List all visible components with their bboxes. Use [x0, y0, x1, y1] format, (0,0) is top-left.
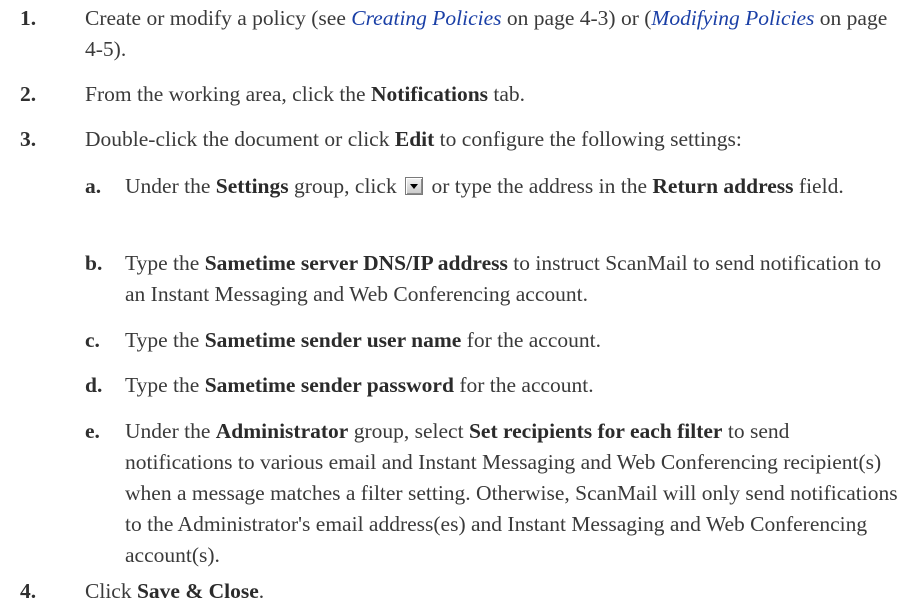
text-span: tab.: [488, 82, 526, 106]
substep-letter: b.: [85, 251, 103, 275]
text-span: Under the: [125, 174, 216, 198]
step-number: 4.: [20, 579, 37, 603]
step-text: Create or modify a policy (see Creating …: [85, 3, 900, 65]
text-span: From the working area, click the: [85, 82, 371, 106]
step-4: 4. Click Save & Close.: [20, 576, 900, 607]
step-2: 2. From the working area, click the Noti…: [20, 79, 900, 110]
text-span: Double-click the document or click: [85, 127, 395, 151]
text-span: or type the address in the: [426, 174, 653, 198]
text-span: for the account.: [461, 328, 601, 352]
step-text: From the working area, click the Notific…: [85, 79, 900, 110]
text-span: group, select: [348, 419, 469, 443]
step-number: 2.: [20, 82, 37, 106]
text-span: Type the: [125, 328, 205, 352]
text-span: Create or modify a policy (see: [85, 6, 352, 30]
text-span: Type the: [125, 373, 205, 397]
substep-text: Type the Sametime server DNS/IP address …: [125, 248, 900, 310]
substep-c: c. Type the Sametime sender user name fo…: [85, 325, 900, 356]
substep-text: Type the Sametime sender password for th…: [125, 370, 900, 401]
return-address-term: Return address: [652, 174, 794, 198]
notifications-tab-term: Notifications: [370, 82, 489, 106]
set-recipients-term: Set recipients for each filter: [468, 419, 723, 443]
creating-policies-link[interactable]: Creating Policies: [351, 6, 501, 30]
step-text: Double-click the document or click Edit …: [85, 124, 900, 155]
settings-group-term: Settings: [215, 174, 289, 198]
text-span: on page 4-3) or (: [501, 6, 652, 30]
text-span: field.: [793, 174, 844, 198]
step-number: 3.: [20, 127, 37, 151]
dropdown-button-icon: [405, 177, 424, 195]
substep-text: Under the Settings group, click or type …: [125, 171, 900, 202]
document-page: 1. Create or modify a policy (see Creati…: [0, 0, 915, 610]
substep-e: e. Under the Administrator group, select…: [85, 416, 900, 571]
modifying-policies-link[interactable]: Modifying Policies: [651, 6, 814, 30]
text-span: group, click: [288, 174, 403, 198]
substep-text: Type the Sametime sender user name for t…: [125, 325, 900, 356]
substep-letter: d.: [85, 373, 103, 397]
text-span: for the account.: [453, 373, 594, 397]
substep-letter: c.: [85, 328, 100, 352]
sametime-user-name-term: Sametime sender user name: [204, 328, 462, 352]
substep-text: Under the Administrator group, select Se…: [125, 416, 900, 571]
edit-term: Edit: [394, 127, 435, 151]
sametime-server-term: Sametime server DNS/IP address: [204, 251, 508, 275]
text-span: .: [258, 579, 265, 603]
save-close-term: Save & Close: [136, 579, 259, 603]
step-text: Click Save & Close.: [85, 576, 900, 607]
text-span: to configure the following settings:: [434, 127, 742, 151]
substep-letter: a.: [85, 174, 102, 198]
text-span: Click: [85, 579, 137, 603]
substep-b: b. Type the Sametime server DNS/IP addre…: [85, 248, 900, 310]
step-number: 1.: [20, 6, 37, 30]
text-span: Type the: [125, 251, 205, 275]
substep-letter: e.: [85, 419, 100, 443]
substep-a: a. Under the Settings group, click or ty…: [85, 171, 900, 202]
step-3: 3. Double-click the document or click Ed…: [20, 124, 900, 155]
substep-d: d. Type the Sametime sender password for…: [85, 370, 900, 401]
step-1: 1. Create or modify a policy (see Creati…: [20, 3, 900, 65]
sametime-password-term: Sametime sender password: [204, 373, 454, 397]
administrator-group-term: Administrator: [215, 419, 349, 443]
text-span: Under the: [125, 419, 216, 443]
